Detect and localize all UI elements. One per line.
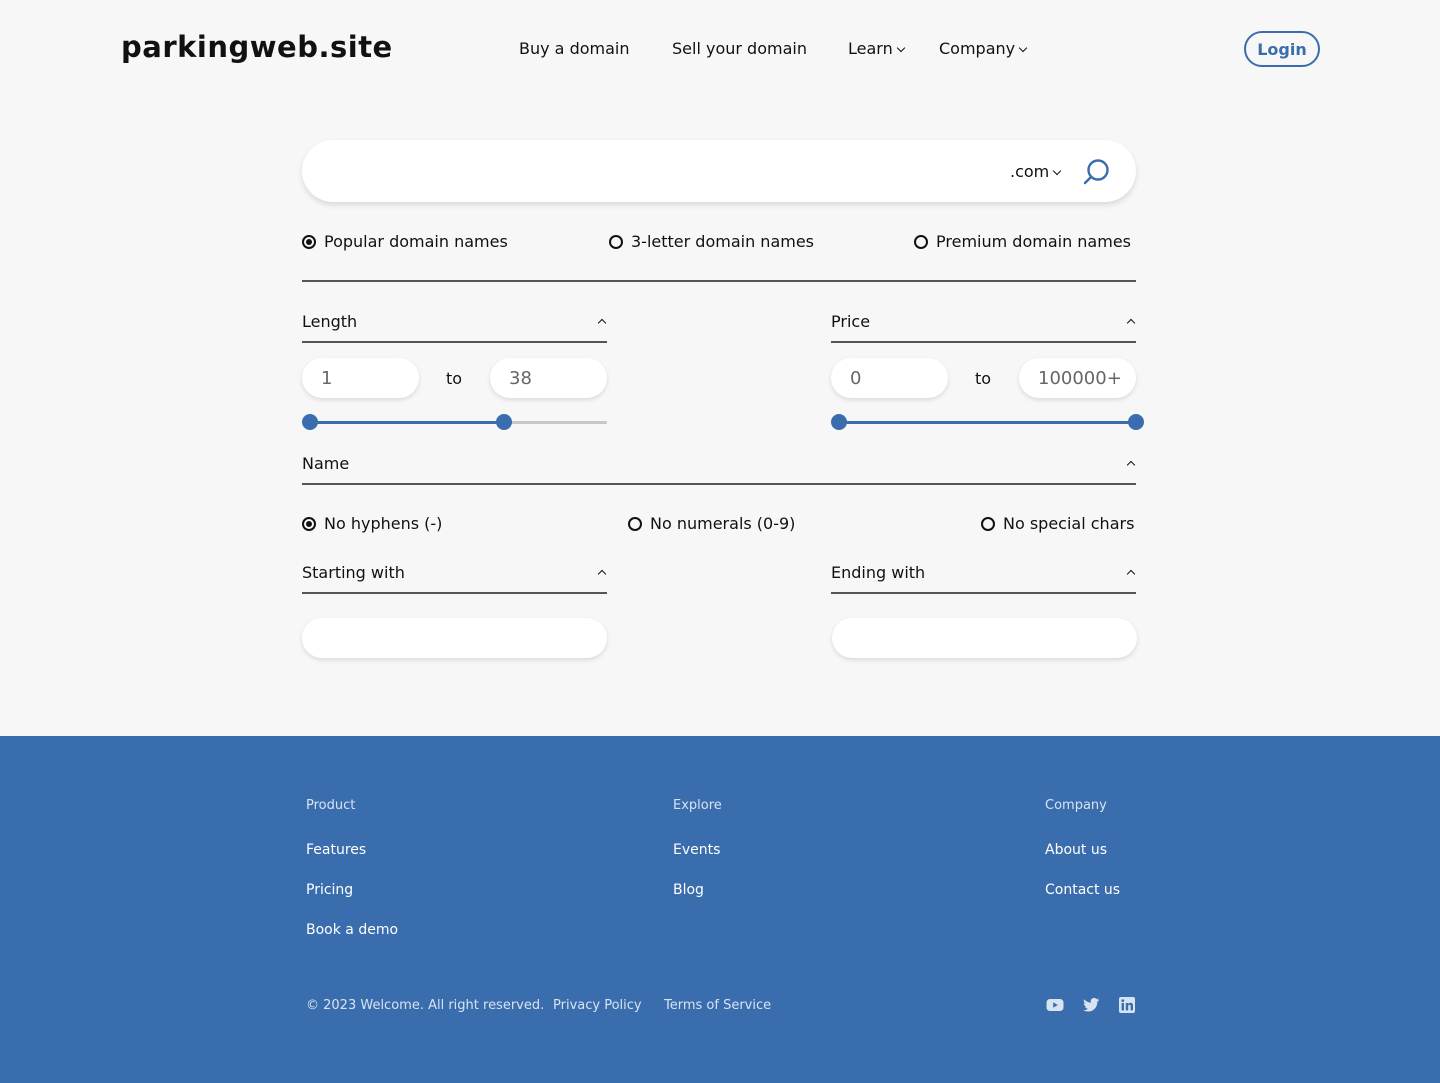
radio-no-numerals-label: No numerals (0-9) (650, 514, 796, 533)
nav-buy-domain-label: Buy a domain (519, 39, 630, 58)
footer-link-about[interactable]: About us (1045, 842, 1107, 858)
ending-with-input[interactable] (832, 618, 1137, 658)
radio-popular-label: Popular domain names (324, 232, 508, 251)
nav-sell-domain[interactable]: Sell your domain (672, 39, 807, 58)
starting-with-toggle[interactable]: Starting with (302, 563, 405, 582)
length-slider-fill (310, 421, 504, 424)
footer-link-features[interactable]: Features (306, 842, 366, 858)
radio-no-hyphens[interactable]: No hyphens (-) (302, 514, 442, 533)
footer-link-blog[interactable]: Blog (673, 882, 704, 898)
ending-with-divider (831, 592, 1136, 594)
starting-with-label: Starting with (302, 563, 405, 582)
chevron-up-icon[interactable] (597, 318, 607, 328)
site-logo[interactable]: parkingweb.site (121, 30, 393, 64)
starting-with-input[interactable] (302, 618, 607, 658)
twitter-icon[interactable] (1082, 996, 1100, 1014)
radio-unselected-icon (609, 234, 623, 249)
radio-unselected-icon (628, 516, 642, 531)
footer-product-heading: Product (306, 798, 356, 813)
price-label: Price (831, 312, 871, 331)
chevron-up-icon[interactable] (1126, 460, 1136, 470)
nav-buy-domain[interactable]: Buy a domain (519, 39, 629, 58)
filter-divider (302, 280, 1136, 282)
tld-value: .com (1010, 162, 1050, 181)
price-divider (831, 341, 1136, 343)
tld-dropdown[interactable]: .com (1010, 162, 1062, 181)
name-label: Name (302, 454, 350, 473)
nav-sell-domain-label: Sell your domain (672, 39, 807, 58)
price-filter-toggle[interactable]: Price (831, 312, 870, 331)
radio-3-letter-domains[interactable]: 3-letter domain names (609, 232, 814, 251)
nav-company-label: Company (939, 39, 1016, 58)
copyright-text: © 2023 Welcome. All right reserved. (306, 998, 545, 1013)
radio-no-hyphens-label: No hyphens (-) (324, 514, 443, 533)
price-slider-min-handle[interactable] (831, 414, 847, 430)
price-to-label: to (975, 369, 992, 388)
login-button[interactable]: Login (1244, 31, 1320, 67)
name-divider (302, 483, 1136, 485)
radio-no-special-label: No special chars (1003, 514, 1135, 533)
radio-popular-domains[interactable]: Popular domain names (302, 232, 508, 251)
radio-selected-icon (302, 516, 316, 531)
footer-link-pricing[interactable]: Pricing (306, 882, 353, 898)
length-divider (302, 341, 607, 343)
radio-premium-domains[interactable]: Premium domain names (914, 232, 1131, 251)
footer-company-heading: Company (1045, 798, 1107, 813)
price-slider-fill (839, 421, 1136, 424)
length-filter-toggle[interactable]: Length (302, 312, 357, 331)
chevron-up-icon[interactable] (597, 569, 607, 579)
radio-3-letter-label: 3-letter domain names (631, 232, 815, 251)
nav-learn-label: Learn (848, 39, 893, 58)
ending-with-label: Ending with (831, 563, 926, 582)
domain-search-bar: .com (302, 140, 1136, 202)
site-footer: Product Features Pricing Book a demo Exp… (0, 736, 1440, 1083)
length-label: Length (302, 312, 358, 331)
chevron-down-icon (1053, 166, 1062, 176)
linkedin-icon[interactable] (1118, 996, 1136, 1014)
radio-unselected-icon (914, 234, 928, 249)
radio-no-special-chars[interactable]: No special chars (981, 514, 1134, 533)
chevron-down-icon (896, 43, 905, 53)
domain-search-input[interactable] (330, 156, 1010, 186)
footer-link-book-demo[interactable]: Book a demo (306, 922, 398, 938)
nav-company[interactable]: Company (939, 39, 1028, 58)
terms-of-service-link[interactable]: Terms of Service (664, 998, 771, 1013)
length-min-input[interactable] (302, 358, 419, 398)
price-min-input[interactable] (831, 358, 948, 398)
footer-explore-heading: Explore (673, 798, 722, 813)
price-max-input[interactable] (1019, 358, 1136, 398)
length-slider-min-handle[interactable] (302, 414, 318, 430)
privacy-policy-link[interactable]: Privacy Policy (553, 998, 642, 1013)
chevron-up-icon[interactable] (1126, 569, 1136, 579)
footer-link-contact[interactable]: Contact us (1045, 882, 1120, 898)
starting-with-divider (302, 592, 607, 594)
chevron-up-icon[interactable] (1126, 318, 1136, 328)
radio-no-numerals[interactable]: No numerals (0-9) (628, 514, 795, 533)
footer-link-events[interactable]: Events (673, 842, 720, 858)
price-slider-max-handle[interactable] (1128, 414, 1144, 430)
radio-unselected-icon (981, 516, 995, 531)
radio-premium-label: Premium domain names (936, 232, 1131, 251)
search-icon[interactable] (1082, 158, 1110, 186)
radio-selected-icon (302, 234, 316, 249)
nav-learn[interactable]: Learn (848, 39, 905, 58)
ending-with-toggle[interactable]: Ending with (831, 563, 925, 582)
length-max-input[interactable] (490, 358, 607, 398)
length-slider-max-handle[interactable] (496, 414, 512, 430)
chevron-down-icon (1018, 43, 1028, 53)
length-to-label: to (446, 369, 463, 388)
name-filter-toggle[interactable]: Name (302, 454, 349, 473)
youtube-icon[interactable] (1046, 996, 1064, 1014)
